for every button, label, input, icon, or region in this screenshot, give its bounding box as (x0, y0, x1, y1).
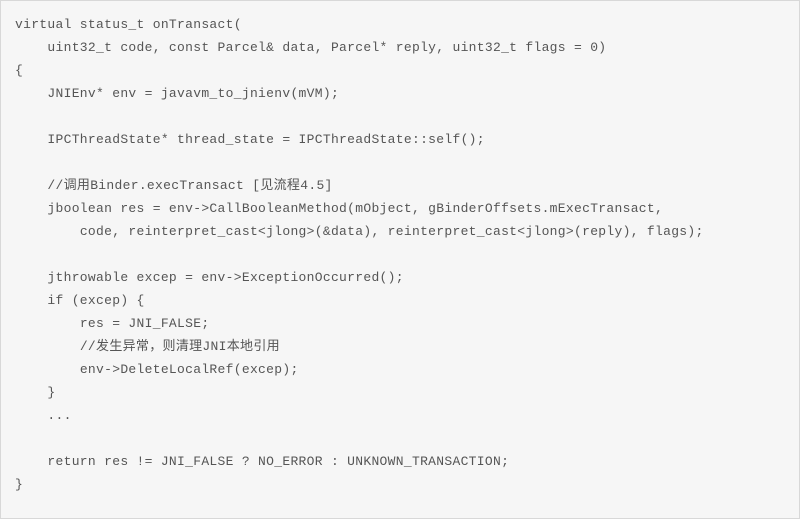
code-block: virtual status_t onTransact( uint32_t co… (15, 13, 785, 496)
